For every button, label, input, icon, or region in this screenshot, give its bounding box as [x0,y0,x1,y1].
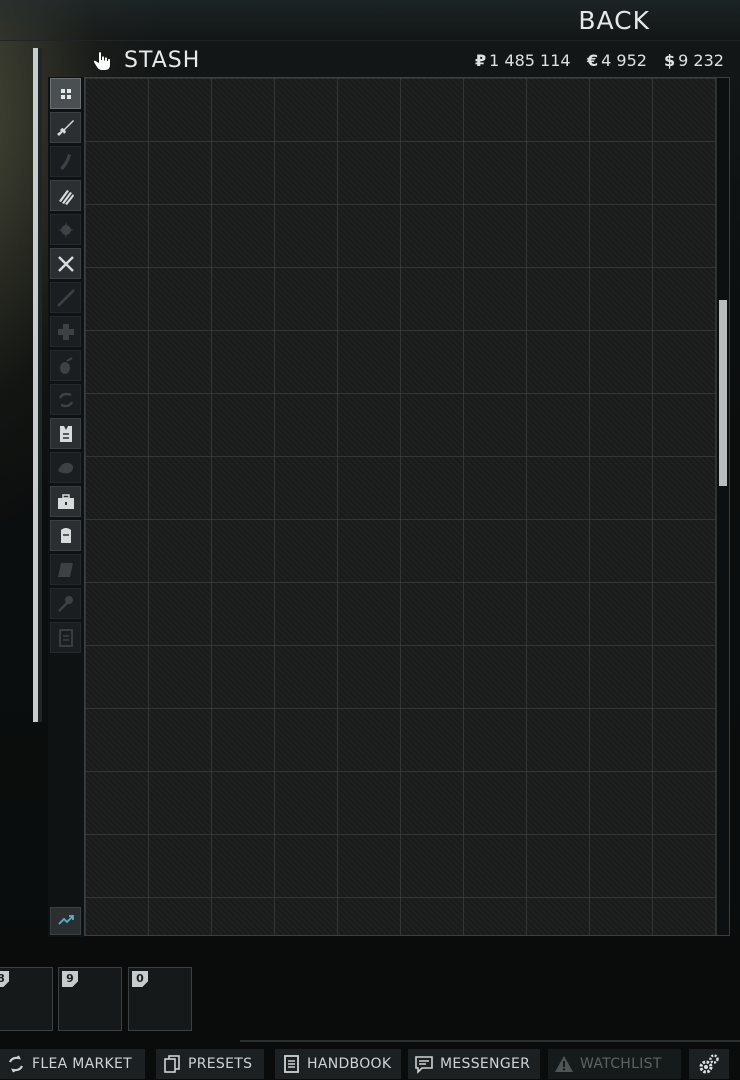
rouble-balance: ₽1 485 114 [475,51,571,70]
document-icon [58,628,73,647]
filter-special[interactable] [50,622,81,653]
messenger-label: MESSENGER [440,1056,531,1072]
quick-slot-number: 9 [62,971,78,987]
watchlist-button[interactable]: WATCHLIST [548,1049,681,1079]
magazine-icon [59,153,71,170]
presets-button[interactable]: PRESETS [156,1049,264,1079]
stash-scroll-track [716,78,729,935]
stash-grid[interactable] [84,77,730,936]
bottom-divider [240,1040,740,1042]
filter-rigs[interactable] [50,418,81,449]
warning-icon [555,1056,573,1072]
filter-weapons[interactable] [50,112,81,143]
filter-gear-parts[interactable] [50,214,81,245]
rig-icon [59,425,72,442]
sort-icon [57,915,74,925]
stash-scrollbar-thumb[interactable] [719,300,727,486]
presets-icon [164,1055,180,1073]
medkit-icon [57,323,74,340]
filter-ammo[interactable] [50,180,81,211]
filter-magazines[interactable] [50,146,81,177]
quick-slot-8[interactable]: 8 [0,967,53,1031]
misc-icon [57,462,73,473]
ammo-icon [58,189,74,205]
dollar-amount: 9 232 [678,51,724,70]
euro-amount: 4 952 [601,51,647,70]
filter-grenades[interactable] [50,350,81,381]
quick-slot-number: 0 [132,971,148,987]
quick-slot-number: 8 [0,971,9,987]
filter-misc[interactable] [50,452,81,483]
rouble-amount: 1 485 114 [489,51,571,70]
watchlist-label: WATCHLIST [580,1056,662,1072]
rifle-icon [56,119,74,136]
rouble-symbol: ₽ [475,51,487,70]
category-filter-sidebar [48,77,84,937]
filter-barter[interactable] [50,384,81,415]
quick-slot-0[interactable]: 0 [128,967,192,1031]
barter-icon [58,392,73,407]
left-scrollbar[interactable] [33,48,38,722]
book-icon [57,562,73,577]
flea-market-label: FLEA MARKET [32,1056,132,1072]
dollar-balance: $9 232 [664,51,724,70]
key-icon [57,595,73,612]
stash-title: STASH [124,48,201,73]
dollar-symbol: $ [664,51,676,70]
messenger-button[interactable]: MESSENGER [408,1049,540,1079]
handbook-button[interactable]: HANDBOOK [275,1049,401,1079]
grid-icon [60,88,71,99]
settings-gear-icon [699,1054,719,1074]
flea-market-button[interactable]: FLEA MARKET [0,1049,145,1079]
backpack-icon [60,527,71,543]
sort-button[interactable] [50,907,81,935]
briefcase-icon [57,493,74,509]
messenger-icon [415,1056,433,1074]
filter-medical[interactable] [50,316,81,347]
euro-symbol: € [587,51,599,70]
gear-part-icon [57,221,74,238]
presets-label: PRESETS [188,1056,253,1072]
flea-market-icon [8,1055,24,1073]
filter-all[interactable] [50,78,81,109]
back-button[interactable]: BACK [576,6,650,35]
filter-info[interactable] [50,554,81,585]
filter-provisions[interactable] [50,248,81,279]
quick-slot-9[interactable]: 9 [58,967,122,1031]
handbook-icon [284,1055,299,1073]
fork-knife-icon [57,255,74,272]
filter-backpacks[interactable] [50,520,81,551]
hand-pointer-icon [93,52,110,70]
settings-button[interactable] [689,1049,729,1079]
filter-containers[interactable] [50,486,81,517]
handbook-label: HANDBOOK [307,1056,392,1072]
euro-balance: €4 952 [587,51,647,70]
knife-icon [56,288,75,307]
grenade-icon [59,356,73,374]
filter-keys[interactable] [50,588,81,619]
filter-melee[interactable] [50,282,81,313]
header-divider [0,40,740,41]
